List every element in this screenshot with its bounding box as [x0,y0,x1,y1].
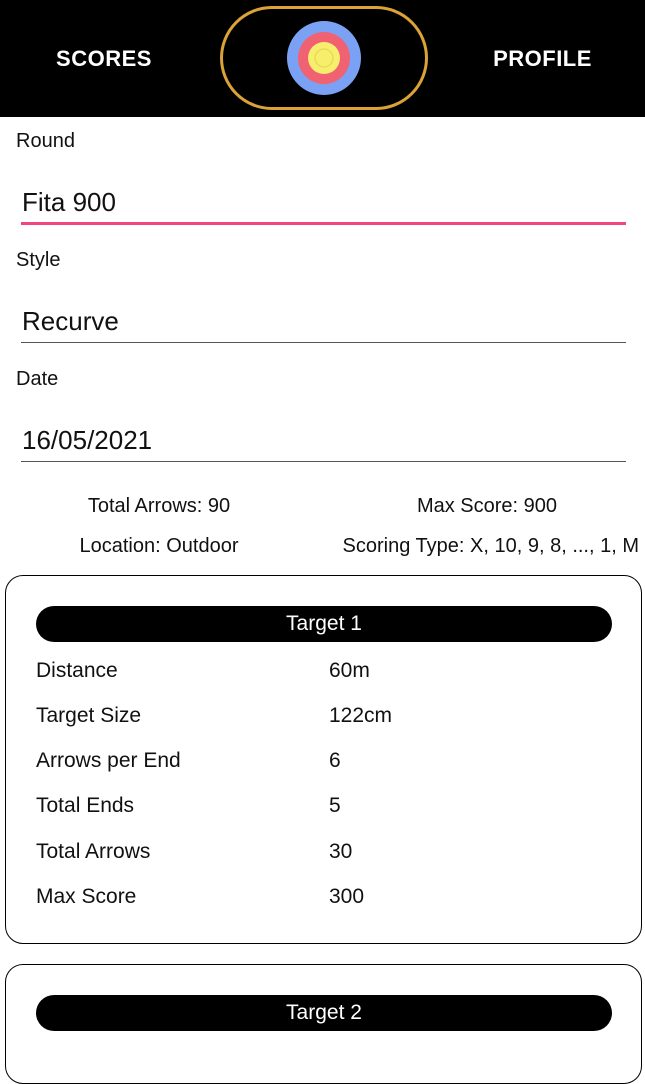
scoring-type-info: Scoring Type: X, 10, 9, 8, ..., 1, M [342,535,639,557]
home-target-button[interactable] [220,6,428,110]
max-score-info: Max Score: 900 [416,495,558,517]
style-label: Style [16,249,61,271]
target-row-target-size: Target Size 122cm [36,704,596,734]
row-value: 60m [329,659,370,682]
target-row-total-ends: Total Ends 5 [36,794,596,824]
target-row-total-arrows: Total Arrows 30 [36,840,596,870]
target-row-max-score: Max Score 300 [36,885,596,915]
row-value: 5 [329,794,341,817]
row-label: Target Size [36,704,142,727]
row-label: Distance [36,659,118,682]
row-value: 300 [329,885,365,908]
round-label: Round [16,130,75,152]
row-label: Total Ends [36,794,135,817]
target-card-header: Target 1 [36,606,612,642]
target-card: Target 1 Distance 60m Target Size 122cm … [5,575,642,944]
style-field[interactable] [21,295,626,347]
row-value: 122cm [329,704,393,727]
target-card-header: Target 2 [36,995,612,1031]
row-value: 30 [329,840,353,863]
target-row-distance: Distance 60m [36,659,596,689]
row-label: Arrows per End [36,749,181,772]
archery-target-icon [287,21,361,95]
row-label: Max Score [36,885,137,908]
nav-profile-button[interactable]: PROFILE [440,0,645,117]
top-nav-bar: SCORES PROFILE [0,0,645,117]
date-field-underline [21,461,626,462]
target-row-arrows-per-end: Arrows per End 6 [36,749,596,779]
date-field[interactable] [21,414,626,466]
style-field-underline [21,342,626,343]
location-info: Location: Outdoor [79,535,239,557]
target-card: Target 2 [5,964,642,1084]
row-value: 6 [329,749,341,772]
round-field[interactable] [21,176,626,228]
date-label: Date [16,368,59,390]
nav-scores-button[interactable]: SCORES [0,0,208,117]
round-field-underline [21,222,626,225]
row-label: Total Arrows [36,840,151,863]
total-arrows-info: Total Arrows: 90 [87,495,231,517]
